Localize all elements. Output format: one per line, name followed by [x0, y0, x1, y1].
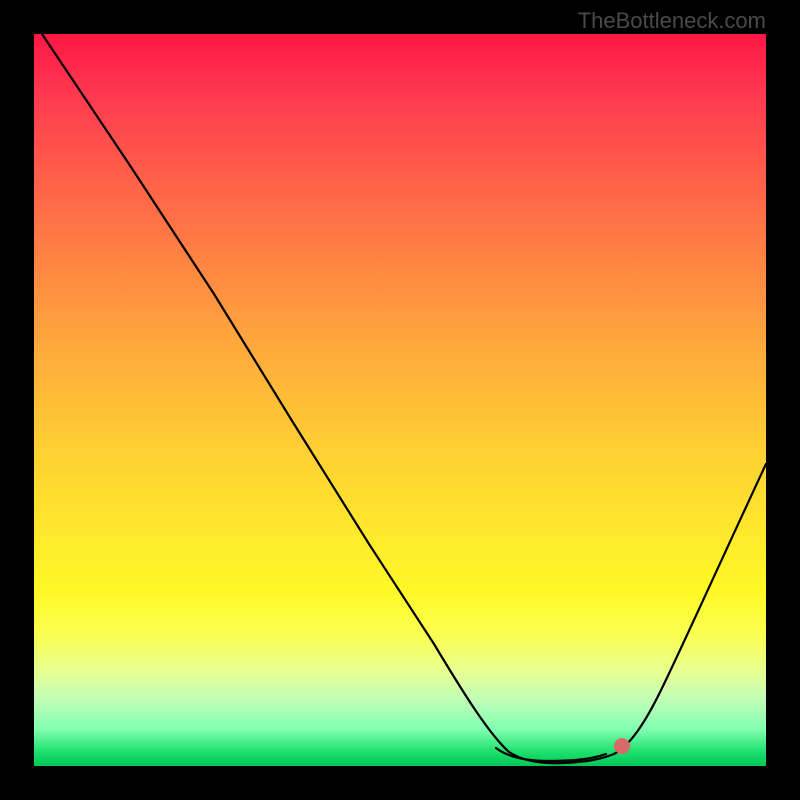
optimal-range-marker	[496, 748, 606, 761]
plot-area	[34, 34, 766, 766]
bottleneck-curve	[34, 34, 766, 766]
optimal-range-end-dot	[614, 738, 630, 754]
chart-container: TheBottleneck.com	[0, 0, 800, 800]
curve-path	[42, 34, 766, 763]
attribution-text: TheBottleneck.com	[578, 8, 766, 34]
